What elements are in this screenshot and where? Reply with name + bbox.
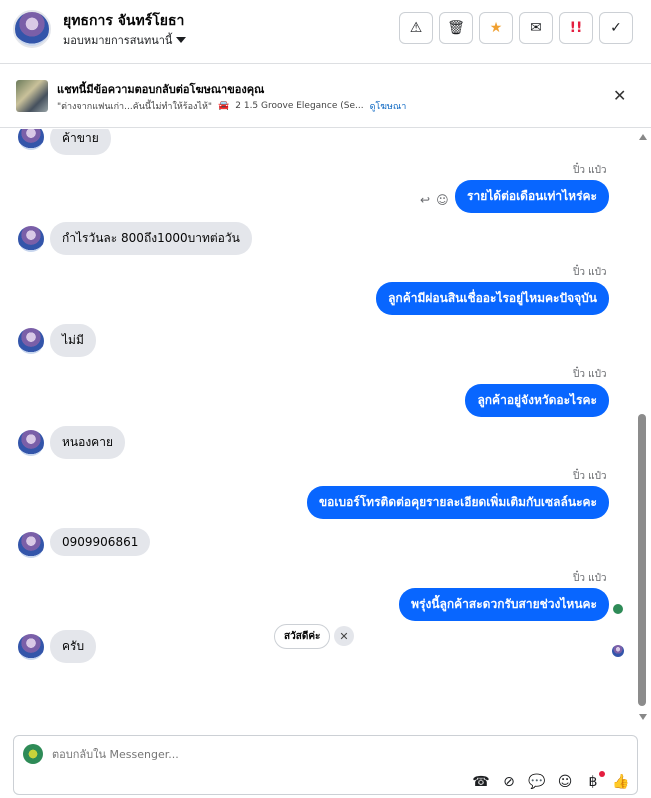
suggested-reply-chip[interactable]: สวัสดีค่ะ [274, 624, 331, 649]
contact-avatar-small [18, 430, 44, 456]
envelope-open-icon: ✉ [530, 20, 542, 36]
reply-icon[interactable]: ↩ [420, 193, 430, 207]
assign-conversation-dropdown[interactable]: มอบหมายการสนทนานี้ [63, 31, 187, 49]
incoming-message[interactable]: ค้าขาย [50, 129, 111, 155]
sender-name: ปิ๋ว แป๋ว [573, 267, 607, 278]
priority-button[interactable]: !! [559, 12, 593, 44]
sender-name: ปิ๋ว แป๋ว [573, 165, 607, 176]
contact-name[interactable]: ยุทธการ จันทร์โยธา [63, 10, 184, 32]
scroll-down-arrow-icon[interactable] [639, 714, 647, 720]
page-avatar [23, 744, 43, 764]
contact-avatar-small [18, 634, 44, 660]
seen-by-avatar [612, 645, 624, 657]
scrollbar-thumb[interactable] [638, 414, 646, 706]
incoming-message[interactable]: ครับ [50, 630, 97, 663]
emoji-react-icon[interactable]: ☺ [436, 193, 449, 207]
mark-unread-button[interactable]: ✉ [519, 12, 553, 44]
message-actions: ↩ ☺ [420, 193, 449, 207]
notification-dot [599, 771, 605, 777]
contact-avatar-small [18, 129, 44, 150]
close-icon[interactable]: ✕ [613, 86, 626, 105]
outgoing-message[interactable]: ขอเบอร์โทรติดต่อคุยรายละเอียดเพิ่มเติมกั… [306, 486, 609, 519]
contact-avatar-small [18, 532, 44, 558]
outgoing-message[interactable]: ลูกค้าอยู่จังหวัดอะไรคะ [465, 384, 609, 417]
ad-product: 2 1.5 Groove Elegance (Se... [235, 101, 364, 111]
scroll-up-arrow-icon[interactable] [639, 134, 647, 140]
report-spam-button[interactable]: ⚠ [399, 12, 433, 44]
warning-icon: ⚠ [409, 20, 423, 36]
outgoing-message[interactable]: รายได้ต่อเดือนเท่าไหร่คะ [455, 180, 609, 213]
star-icon: ★ [489, 20, 503, 36]
incoming-message[interactable]: กำไรวันละ 800ถึง1000บาทต่อวัน [50, 222, 252, 255]
ad-reply-banner: แชทนี้มีข้อความตอบกลับต่อโฆษณาของคุณ "ต่… [0, 64, 651, 128]
attach-icon[interactable]: ⊘ [501, 774, 517, 790]
assign-label: มอบหมายการสนทนานี้ [63, 34, 173, 47]
sender-name: ปิ๋ว แป๋ว [573, 471, 607, 482]
check-icon: ✓ [610, 20, 622, 36]
trash-icon: 🗑 [447, 20, 465, 36]
view-ad-link[interactable]: ดูโฆษณา [370, 99, 407, 113]
ad-thumbnail [16, 80, 48, 112]
ad-quote: "ต่างจากแฟนเก่า...คันนี้ไม่ทำให้ร้องไห้" [57, 102, 213, 112]
contact-avatar-small [18, 328, 44, 354]
incoming-message[interactable]: หนองคาย [50, 426, 125, 459]
priority-icon: !! [569, 20, 583, 36]
message-thread[interactable]: ค้าขาย ปิ๋ว แป๋ว ↩ ☺ รายได้ต่อเดือนเท่าไ… [0, 129, 636, 725]
thread-scrollbar[interactable] [636, 129, 650, 725]
delete-button[interactable]: 🗑 [439, 12, 473, 44]
ad-banner-subtitle: "ต่างจากแฟนเก่า...คันนี้ไม่ทำให้ร้องไห้"… [57, 99, 406, 113]
contact-avatar-small [18, 226, 44, 252]
add-contact-icon[interactable]: ☎ [472, 774, 489, 790]
caret-down-icon [176, 37, 187, 43]
ad-banner-title: แชทนี้มีข้อความตอบกลับต่อโฆษณาของคุณ [57, 83, 265, 96]
message-composer: ☎ ⊘ 💬 ☺ ฿ 👍 [13, 735, 638, 795]
emoji-icon[interactable]: ☺ [557, 774, 573, 790]
reply-input[interactable] [52, 748, 452, 761]
conversation-toolbar: ⚠ 🗑 ★ ✉ !! ✓ [399, 12, 633, 44]
read-receipt-avatar [612, 603, 624, 615]
car-icon: 🚘 [218, 101, 230, 111]
sender-name: ปิ๋ว แป๋ว [573, 573, 607, 584]
star-button[interactable]: ★ [479, 12, 513, 44]
contact-avatar[interactable] [13, 10, 51, 48]
chat-icon[interactable]: 💬 [528, 774, 545, 790]
currency-icon[interactable]: ฿ [585, 771, 605, 790]
incoming-message[interactable]: 0909906861 [50, 528, 151, 556]
incoming-message[interactable]: ไม่มี [50, 324, 96, 357]
mark-done-button[interactable]: ✓ [599, 12, 633, 44]
sender-name: ปิ๋ว แป๋ว [573, 369, 607, 380]
composer-tools: ☎ ⊘ 💬 ☺ ฿ 👍 [472, 771, 630, 790]
dismiss-suggestion-icon[interactable]: ✕ [334, 626, 354, 646]
conversation-header: ยุทธการ จันทร์โยธา มอบหมายการสนทนานี้ ⚠ … [0, 0, 651, 64]
outgoing-message[interactable]: พรุ่งนี้ลูกค้าสะดวกรับสายช่วงไหนคะ [399, 588, 609, 621]
thumbs-up-icon[interactable]: 👍 [612, 774, 629, 790]
outgoing-message[interactable]: ลูกค้ามีผ่อนสินเชื่ออะไรอยู่ไหมคะปัจจุบั… [376, 282, 609, 315]
